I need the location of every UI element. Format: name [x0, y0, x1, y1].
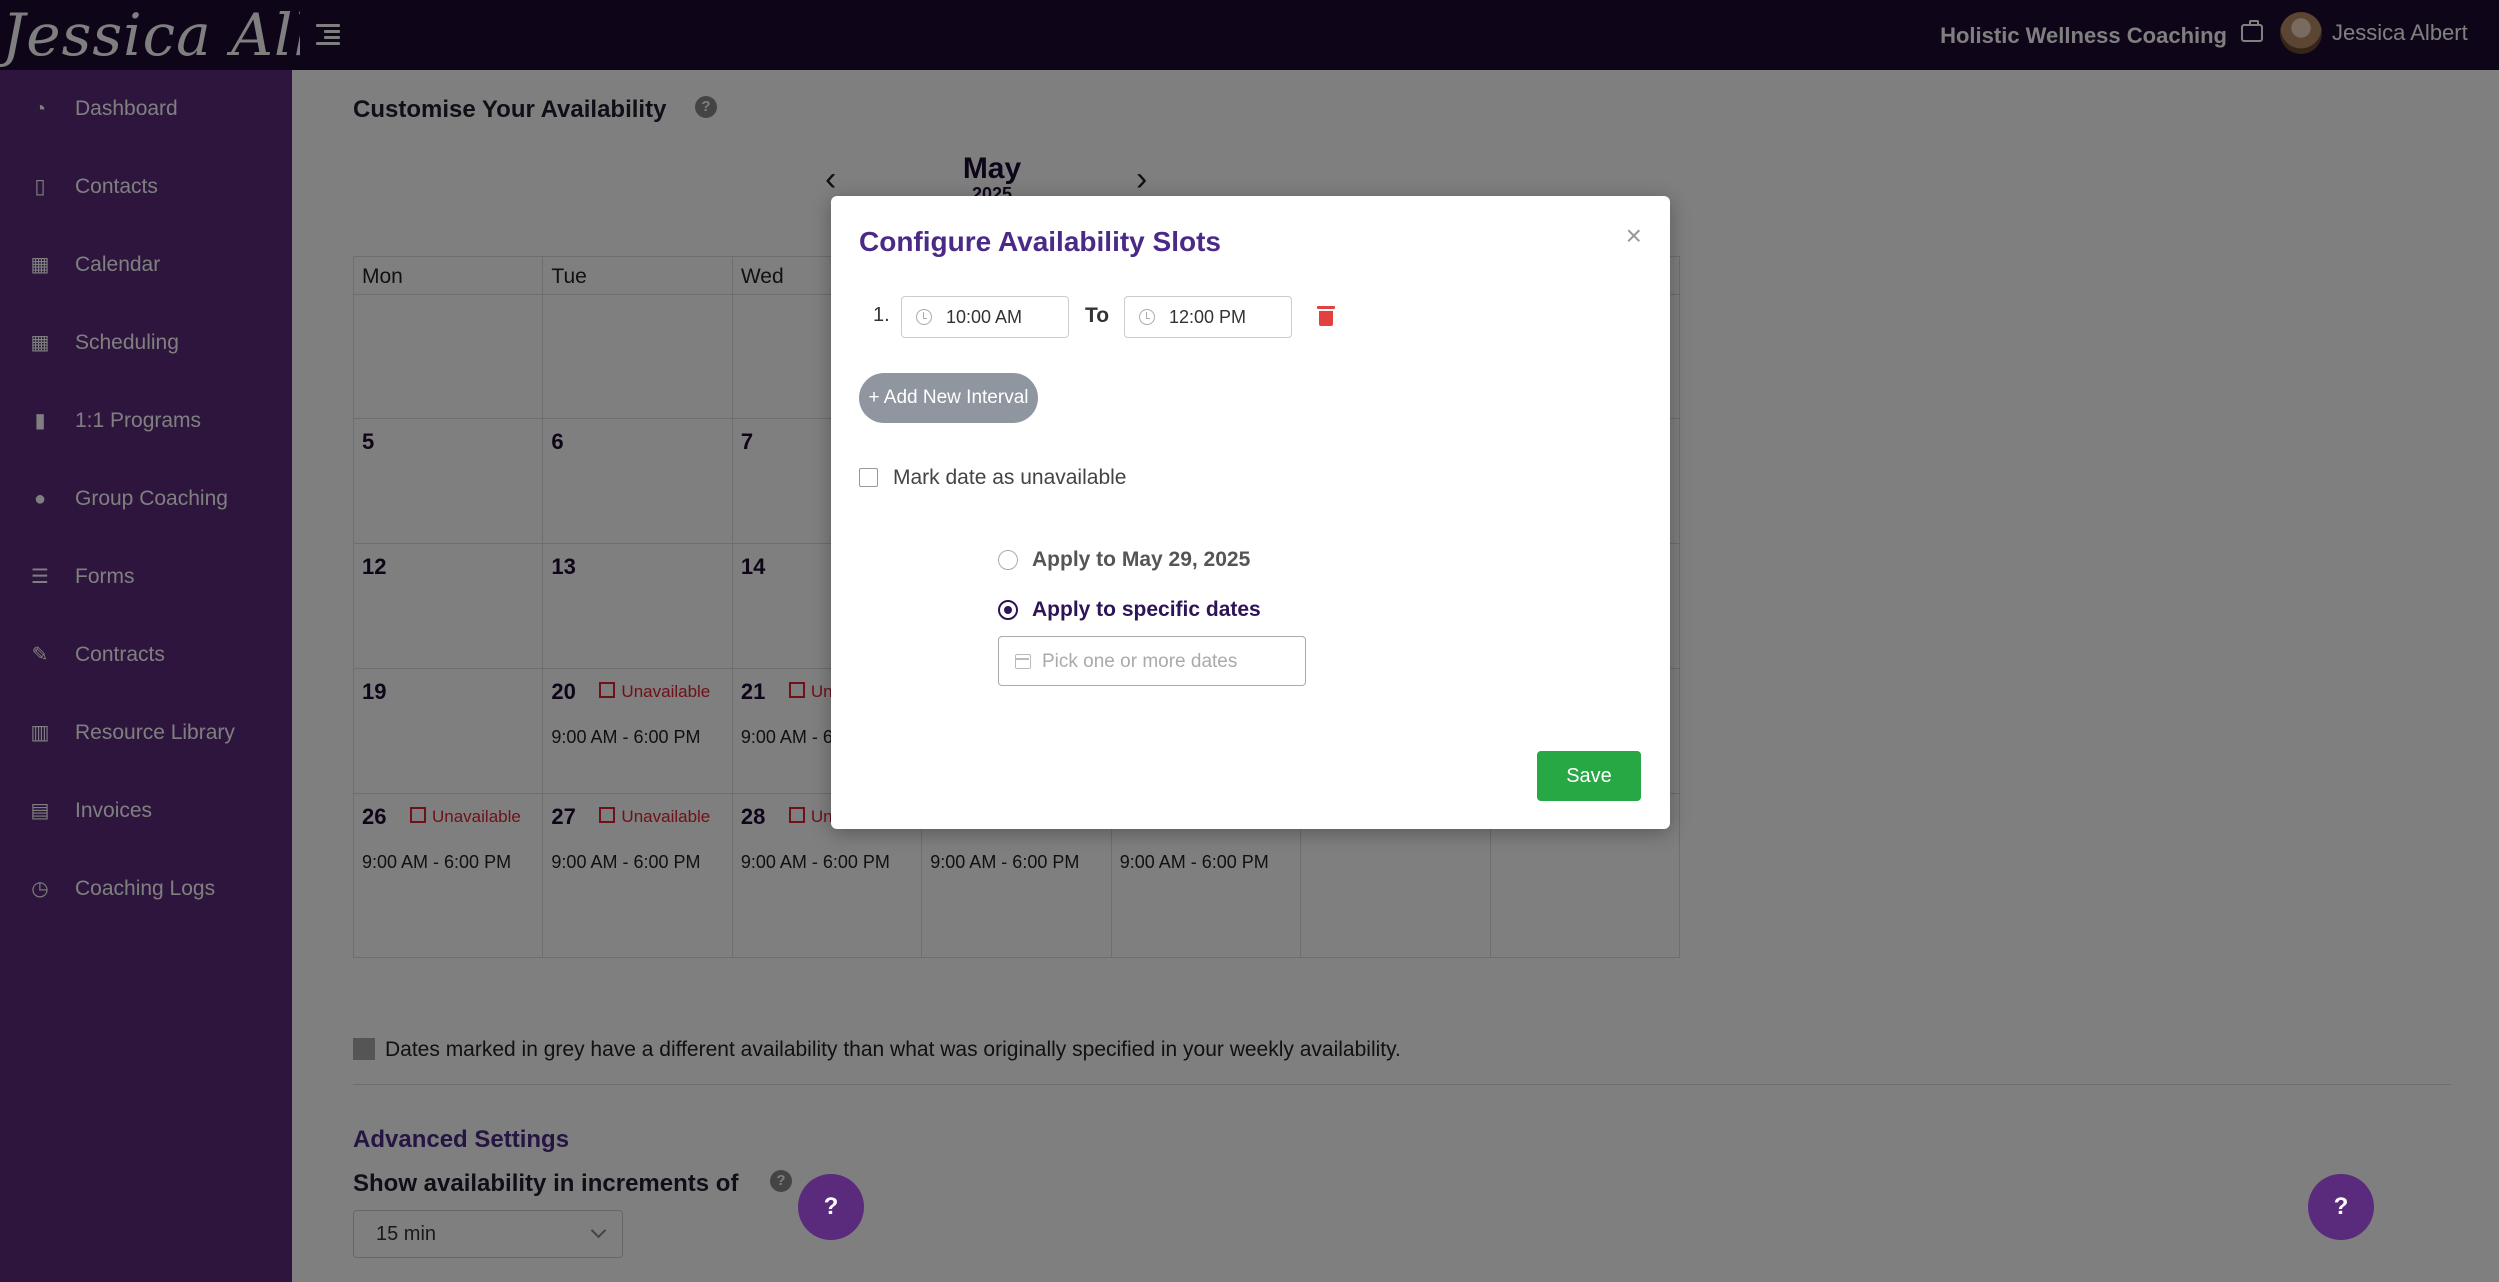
trash-icon[interactable] [1317, 306, 1335, 326]
clock-icon [916, 309, 932, 325]
interval-number: 1. [873, 304, 890, 326]
apply-single-radio[interactable] [998, 550, 1018, 570]
support-chat-button[interactable]: ? [2308, 1174, 2374, 1240]
calendar-icon [1015, 654, 1031, 669]
clock-icon [1139, 309, 1155, 325]
add-interval-button[interactable]: + Add New Interval [859, 373, 1038, 423]
help-button[interactable]: ? [798, 1174, 864, 1240]
to-label: To [1085, 304, 1110, 327]
modal-title: Configure Availability Slots [859, 226, 1221, 257]
date-picker-placeholder: Pick one or more dates [1042, 651, 1238, 672]
start-time-input[interactable]: 10:00 AM [901, 296, 1069, 338]
apply-specific-label[interactable]: Apply to specific dates [1032, 598, 1261, 622]
end-time-input[interactable]: 12:00 PM [1124, 296, 1292, 338]
start-time-value: 10:00 AM [946, 307, 1023, 327]
apply-single-label[interactable]: Apply to May 29, 2025 [1032, 548, 1250, 572]
unavailable-checkbox[interactable] [859, 468, 878, 487]
availability-modal: Configure Availability Slots × 1. 10:00 … [831, 196, 1670, 829]
end-time-value: 12:00 PM [1169, 307, 1247, 327]
apply-specific-radio[interactable] [998, 600, 1018, 620]
date-picker-input[interactable]: Pick one or more dates [998, 636, 1306, 686]
close-icon[interactable]: × [1626, 222, 1642, 250]
save-button[interactable]: Save [1537, 751, 1641, 801]
unavailable-label[interactable]: Mark date as unavailable [893, 466, 1126, 490]
